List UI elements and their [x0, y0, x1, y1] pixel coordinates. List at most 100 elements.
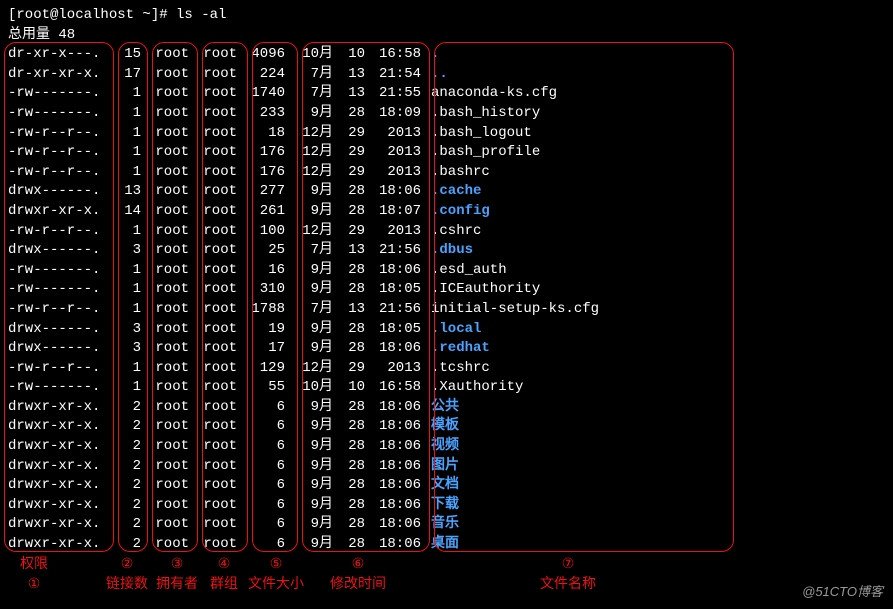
col-filename: .ICEauthority [421, 280, 540, 300]
col-time: 18:07 [365, 202, 421, 222]
col-month: 9月 [285, 496, 333, 516]
col-links: 1 [111, 163, 141, 183]
col-time: 18:06 [365, 496, 421, 516]
col-time: 18:06 [365, 476, 421, 496]
col-owner: root [141, 280, 189, 300]
col-day: 28 [333, 398, 365, 418]
col-size: 129 [237, 359, 285, 379]
col-time: 2013 [365, 222, 421, 242]
col-filename: .bash_profile [421, 143, 540, 163]
col-permissions: drwxr-xr-x. [8, 417, 111, 437]
col-links: 2 [111, 398, 141, 418]
col-size: 1788 [237, 300, 285, 320]
col-size: 55 [237, 378, 285, 398]
col-time: 18:06 [365, 515, 421, 535]
col-size: 176 [237, 143, 285, 163]
col-time: 18:05 [365, 280, 421, 300]
col-day: 29 [333, 222, 365, 242]
col-day: 28 [333, 437, 365, 457]
col-owner: root [141, 241, 189, 261]
col-owner: root [141, 222, 189, 242]
col-day: 28 [333, 496, 365, 516]
col-day: 28 [333, 104, 365, 124]
col-permissions: drwx------. [8, 241, 111, 261]
col-permissions: -rw-r--r--. [8, 163, 111, 183]
col-links: 2 [111, 437, 141, 457]
col-group: root [189, 320, 237, 340]
col-time: 18:09 [365, 104, 421, 124]
col-owner: root [141, 496, 189, 516]
list-item: -rw-r--r--.1rootroot10012月292013.cshrc [8, 222, 885, 242]
col-day: 29 [333, 124, 365, 144]
col-size: 18 [237, 124, 285, 144]
col-month: 7月 [285, 84, 333, 104]
col-filename: .bash_logout [421, 124, 532, 144]
col-group: root [189, 241, 237, 261]
list-item: -rw-------.1rootroot169月2818:06.esd_auth [8, 261, 885, 281]
col-links: 3 [111, 241, 141, 261]
col-permissions: drwx------. [8, 182, 111, 202]
col-permissions: -rw-r--r--. [8, 222, 111, 242]
col-day: 28 [333, 535, 365, 555]
list-item: drwx------.13rootroot2779月2818:06.cache [8, 182, 885, 202]
col-links: 1 [111, 359, 141, 379]
col-day: 13 [333, 65, 365, 85]
col-time: 18:06 [365, 182, 421, 202]
col-owner: root [141, 339, 189, 359]
list-item: -rw-r--r--.1rootroot12912月292013.tcshrc [8, 359, 885, 379]
col-group: root [189, 45, 237, 65]
col-size: 224 [237, 65, 285, 85]
col-time: 18:06 [365, 457, 421, 477]
col-time: 21:55 [365, 84, 421, 104]
col-day: 28 [333, 457, 365, 477]
col-owner: root [141, 202, 189, 222]
list-item: drwxr-xr-x.2rootroot69月2818:06公共 [8, 398, 885, 418]
col-owner: root [141, 535, 189, 555]
col-permissions: -rw-------. [8, 261, 111, 281]
col-day: 13 [333, 300, 365, 320]
col-size: 4096 [237, 45, 285, 65]
col-size: 176 [237, 163, 285, 183]
col-size: 6 [237, 398, 285, 418]
col-filename: .tcshrc [421, 359, 490, 379]
col-time: 21:56 [365, 300, 421, 320]
list-item: -rw-------.1rootroot2339月2818:09.bash_hi… [8, 104, 885, 124]
col-time: 2013 [365, 359, 421, 379]
col-owner: root [141, 124, 189, 144]
col-permissions: drwxr-xr-x. [8, 202, 111, 222]
col-day: 13 [333, 84, 365, 104]
col-group: root [189, 104, 237, 124]
col-size: 6 [237, 535, 285, 555]
col-group: root [189, 378, 237, 398]
col-owner: root [141, 300, 189, 320]
col-permissions: -rw-------. [8, 104, 111, 124]
annot-label-3: ③拥有者 [156, 556, 198, 595]
col-owner: root [141, 261, 189, 281]
list-item: drwxr-xr-x.2rootroot69月2818:06下载 [8, 496, 885, 516]
col-links: 2 [111, 476, 141, 496]
list-item: drwxr-xr-x.2rootroot69月2818:06桌面 [8, 535, 885, 555]
col-permissions: drwx------. [8, 339, 111, 359]
col-month: 12月 [285, 143, 333, 163]
col-filename: 桌面 [421, 535, 459, 555]
col-group: root [189, 261, 237, 281]
col-filename: .cshrc [421, 222, 481, 242]
col-size: 16 [237, 261, 285, 281]
col-filename: .bashrc [421, 163, 490, 183]
col-links: 1 [111, 378, 141, 398]
list-item: -rw-------.1rootroot17407月1321:55anacond… [8, 84, 885, 104]
col-owner: root [141, 457, 189, 477]
col-filename: .config [421, 202, 490, 222]
col-month: 9月 [285, 280, 333, 300]
col-size: 310 [237, 280, 285, 300]
col-group: root [189, 84, 237, 104]
col-owner: root [141, 515, 189, 535]
col-links: 2 [111, 417, 141, 437]
file-listing: dr-xr-x---.15rootroot409610月1016:58.dr-x… [8, 45, 885, 554]
col-group: root [189, 398, 237, 418]
col-owner: root [141, 417, 189, 437]
col-month: 7月 [285, 300, 333, 320]
list-item: dr-xr-xr-x.17rootroot2247月1321:54.. [8, 65, 885, 85]
col-day: 28 [333, 202, 365, 222]
col-links: 15 [111, 45, 141, 65]
